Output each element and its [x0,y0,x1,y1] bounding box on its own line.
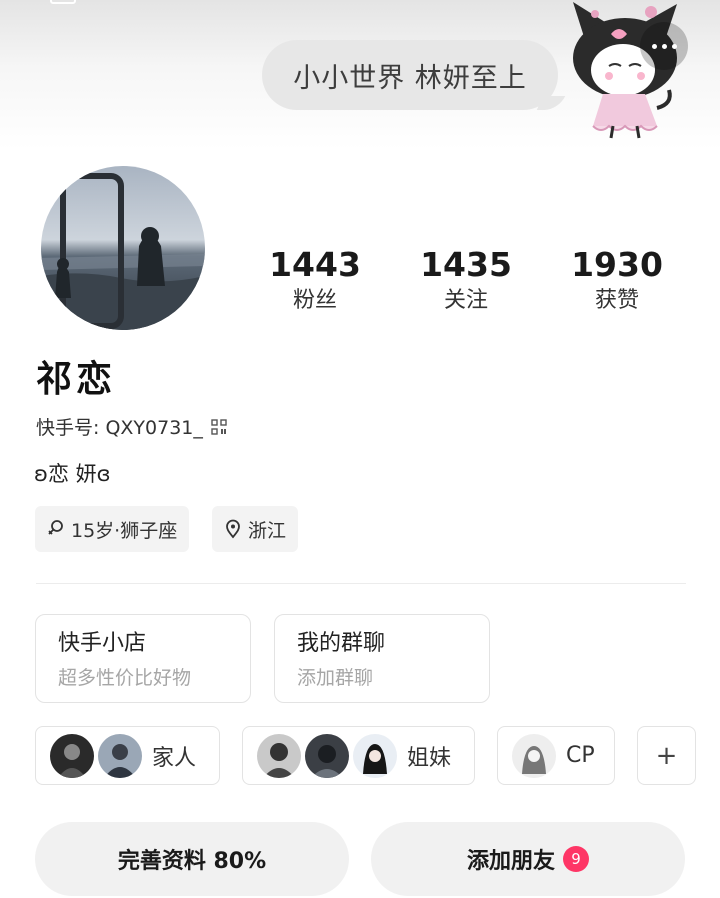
following-count: 1435 [420,245,512,284]
friend-group-cp[interactable]: CP [497,726,615,785]
profile-stats: 1443 粉丝 1435 关注 1930 获赞 [0,244,720,324]
cover-speech-bubble: 小小世界 林妍至上 [262,40,558,110]
friend-group-sisters[interactable]: 姐妹 [242,726,475,785]
likes-count: 1930 [571,245,663,284]
member-avatar [353,733,397,778]
stat-following[interactable]: 1435 关注 [391,244,541,316]
followers-count: 1443 [269,245,361,284]
following-label: 关注 [443,288,488,313]
tag-age-zodiac-label: 15岁·狮子座 [71,519,178,542]
group-chat-card[interactable]: 我的群聊 添加群聊 [274,614,490,703]
shop-card-subtitle: 超多性价比好物 [58,667,192,689]
stat-likes[interactable]: 1930 获赞 [542,244,692,316]
add-friends-label: 添加朋友 [466,849,555,874]
friend-group-label: CP [566,743,595,768]
add-friends-button[interactable]: 添加朋友 9 [371,822,685,896]
location-pin-icon [226,519,240,539]
profile-nickname: 祁恋 [36,359,117,400]
member-avatar [305,733,349,778]
stat-followers[interactable]: 1443 粉丝 [240,244,390,316]
followers-label: 粉丝 [292,288,337,313]
section-divider [36,583,686,584]
notification-badge: 9 [563,846,589,872]
group-chat-card-title: 我的群聊 [297,631,386,656]
friend-group-label: 家人 [152,745,197,771]
female-icon [48,520,63,535]
shop-card-title: 快手小店 [58,631,147,656]
tag-age-zodiac[interactable]: 15岁·狮子座 [35,506,190,552]
kuromi-sticker-icon [573,2,677,139]
complete-profile-label: 完善资料 80% [117,849,267,874]
member-avatar [50,733,94,778]
cover-bubble-text: 小小世界 林妍至上 [293,62,527,94]
profile-bio: ʚ恋 妍ɞ [34,462,111,486]
member-avatar [512,733,556,778]
more-options-button[interactable] [640,22,688,70]
qr-code-icon[interactable] [211,418,227,435]
more-dot-icon [671,43,677,49]
group-chat-card-subtitle: 添加群聊 [297,667,374,689]
member-avatar [257,733,301,778]
kuaishou-id: 快手号: QXY0731_ [36,417,203,439]
friend-group-family[interactable]: 家人 [35,726,220,785]
kuaishou-shop-card[interactable]: 快手小店 超多性价比好物 [35,614,251,703]
complete-profile-button[interactable]: 完善资料 80% [35,822,349,896]
kuaishou-id-row[interactable]: 快手号: QXY0731_ [36,413,227,440]
member-avatar [98,733,142,778]
likes-label: 获赞 [594,288,639,313]
add-friend-group-button[interactable]: + [637,726,696,785]
more-dot-icon [661,43,667,49]
tag-location[interactable]: 浙江 [212,506,299,552]
tag-location-label: 浙江 [248,519,287,542]
battery-icon [50,0,76,4]
friend-group-label: 姐妹 [407,745,452,771]
more-dot-icon [651,43,657,49]
